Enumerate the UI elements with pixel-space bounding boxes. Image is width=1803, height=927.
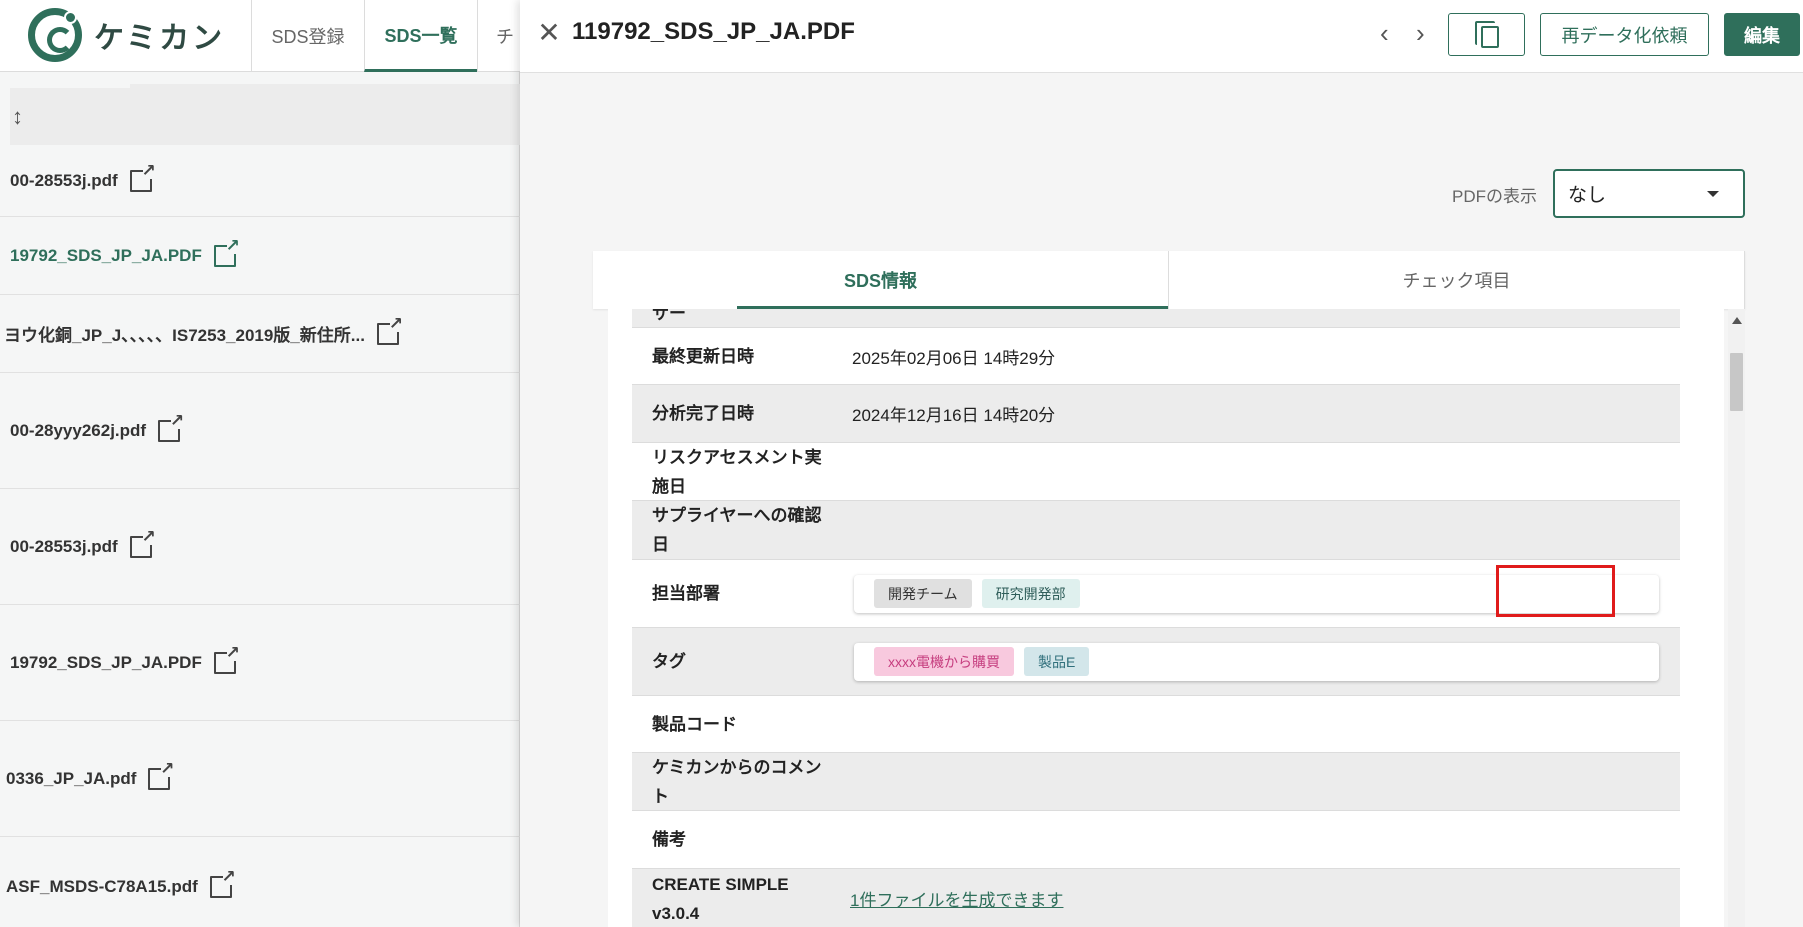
tab-check-items[interactable]: チェック項目 xyxy=(1169,251,1745,309)
chevron-left-icon[interactable]: ‹ xyxy=(1380,20,1389,46)
tag-chip-input[interactable]: xxxx電機から購買 製品E xyxy=(854,642,1659,681)
pdf-display-value: なし xyxy=(1568,185,1607,206)
field-label: 製品コード xyxy=(652,714,737,734)
detail-tabs: SDS情報 チェック項目 xyxy=(593,251,1745,309)
tab-sds-info[interactable]: SDS情報 xyxy=(593,251,1169,309)
nav-tab-sds-register[interactable]: SDS登録 xyxy=(251,0,364,72)
file-row[interactable]: ヨウ化銅_JP_J、、、、、IS7253_2019版_新住所... xyxy=(0,295,520,373)
logo-icon xyxy=(28,8,82,62)
sds-info-table: サー 最終更新日時 2025年02月06日 14時29分 分析完了日時 2024… xyxy=(608,309,1724,927)
caret-down-icon xyxy=(1707,191,1719,197)
table-row: タグ xxxx電機から購買 製品E xyxy=(632,628,1680,696)
top-nav: ケミカン SDS登録 SDS一覧 チ xyxy=(0,0,520,72)
field-value: 2024年12月16日 14時20分 xyxy=(852,406,1056,425)
sort-icon[interactable]: ↕ xyxy=(12,104,23,130)
file-name[interactable]: ヨウ化銅_JP_J、、、、、IS7253_2019版_新住所... xyxy=(4,321,365,346)
table-row: 備考 xyxy=(632,811,1680,869)
logo[interactable]: ケミカン xyxy=(28,8,225,62)
file-name[interactable]: 19792_SDS_JP_JA.PDF xyxy=(10,653,202,673)
scroll-thumb[interactable] xyxy=(1730,353,1743,411)
sds-list-page: ケミカン SDS登録 SDS一覧 チ ↕ 00-28553j.pdf 19792… xyxy=(0,0,520,927)
field-label: 最終更新日時 xyxy=(652,346,754,366)
edit-button[interactable]: 編集 xyxy=(1724,13,1800,56)
table-row: リスクアセスメント実施日 xyxy=(632,443,1680,501)
field-label: リスクアセスメント実施日 xyxy=(652,447,822,496)
table-row: 製品コード xyxy=(632,696,1680,753)
field-label: サー xyxy=(652,309,686,323)
field-label: タグ xyxy=(652,652,686,671)
field-label: CREATE SIMPLE v3.0.4 xyxy=(652,874,789,923)
create-simple-link[interactable]: 1件ファイルを生成できます xyxy=(850,886,1063,911)
redata-request-button[interactable]: 再データ化依頼 xyxy=(1540,13,1709,56)
table-row: CREATE SIMPLE v3.0.4 1件ファイルを生成できます xyxy=(632,869,1680,927)
table-row: 担当部署 開発チーム 研究開発部 xyxy=(632,560,1680,628)
external-link-icon[interactable] xyxy=(376,315,403,345)
external-link-icon[interactable] xyxy=(148,760,174,790)
logo-text: ケミカン xyxy=(94,22,226,55)
copy-icon xyxy=(1474,20,1499,48)
file-row[interactable]: 00-28553j.pdf xyxy=(0,489,520,605)
sds-detail-panel: ✕ 119792_SDS_JP_JA.PDF ‹ › 再データ化依頼 編集 PD… xyxy=(520,0,1803,927)
nav-tab-sds-list[interactable]: SDS一覧 xyxy=(364,0,477,72)
table-row: ケミカンからのコメント xyxy=(632,753,1680,811)
table-row: 最終更新日時 2025年02月06日 14時29分 xyxy=(632,328,1680,385)
external-link-icon[interactable] xyxy=(129,162,156,192)
field-label: 担当部署 xyxy=(652,584,720,603)
department-chip-input[interactable]: 開発チーム 研究開発部 xyxy=(854,574,1659,613)
department-chip[interactable]: 開発チーム xyxy=(874,579,972,608)
table-row: サー xyxy=(632,309,1680,328)
file-name[interactable]: 00-28yyy262j.pdf xyxy=(10,421,146,441)
pdf-display-select[interactable]: なし xyxy=(1553,169,1745,218)
pdf-display-label: PDFの表示 xyxy=(1452,187,1537,206)
file-row[interactable]: 00-28553j.pdf xyxy=(0,146,520,217)
file-name[interactable]: 0336_JP_JA.pdf xyxy=(6,769,136,789)
file-name[interactable]: 00-28553j.pdf xyxy=(10,537,118,557)
table-row: 分析完了日時 2024年12月16日 14時20分 xyxy=(632,385,1680,443)
tag-chip[interactable]: 製品E xyxy=(1024,647,1090,676)
external-link-icon[interactable] xyxy=(213,237,240,267)
external-link-icon[interactable] xyxy=(209,868,236,898)
file-row[interactable]: ASF_MSDS-C78A15.pdf xyxy=(0,837,520,927)
external-link-icon[interactable] xyxy=(129,528,156,558)
field-label: 備考 xyxy=(652,830,686,849)
column-header[interactable]: ↕ xyxy=(10,88,520,145)
close-icon[interactable]: ✕ xyxy=(534,18,564,48)
table-row: サプライヤーへの確認日 xyxy=(632,501,1680,560)
file-row[interactable]: 0336_JP_JA.pdf xyxy=(0,721,520,837)
file-row[interactable]: 19792_SDS_JP_JA.PDF xyxy=(0,217,520,295)
copy-button[interactable] xyxy=(1448,13,1525,56)
department-chip[interactable]: 研究開発部 xyxy=(981,579,1080,608)
field-label: 分析完了日時 xyxy=(652,404,754,423)
file-row[interactable]: 00-28yyy262j.pdf xyxy=(0,373,520,489)
page: ケミカン SDS登録 SDS一覧 チ ↕ 00-28553j.pdf 19792… xyxy=(0,0,1803,927)
field-label: サプライヤーへの確認日 xyxy=(652,506,822,554)
external-link-icon[interactable] xyxy=(213,644,240,674)
file-name[interactable]: 00-28553j.pdf xyxy=(10,171,118,191)
file-row[interactable]: 19792_SDS_JP_JA.PDF xyxy=(0,605,520,721)
scroll-up-icon[interactable] xyxy=(1732,317,1742,324)
vertical-scrollbar[interactable] xyxy=(1728,309,1745,927)
panel-title: 119792_SDS_JP_JA.PDF xyxy=(572,18,855,45)
field-value: 2025年02月06日 14時29分 xyxy=(852,348,1056,368)
panel-header: ✕ 119792_SDS_JP_JA.PDF ‹ › 再データ化依頼 編集 xyxy=(520,0,1803,73)
chevron-right-icon[interactable]: › xyxy=(1416,20,1425,46)
external-link-icon[interactable] xyxy=(158,412,184,442)
file-name[interactable]: 19792_SDS_JP_JA.PDF xyxy=(10,246,202,266)
file-name[interactable]: ASF_MSDS-C78A15.pdf xyxy=(6,877,198,897)
field-label: ケミカンからのコメント xyxy=(652,757,822,806)
tag-chip[interactable]: xxxx電機から購買 xyxy=(874,647,1014,676)
